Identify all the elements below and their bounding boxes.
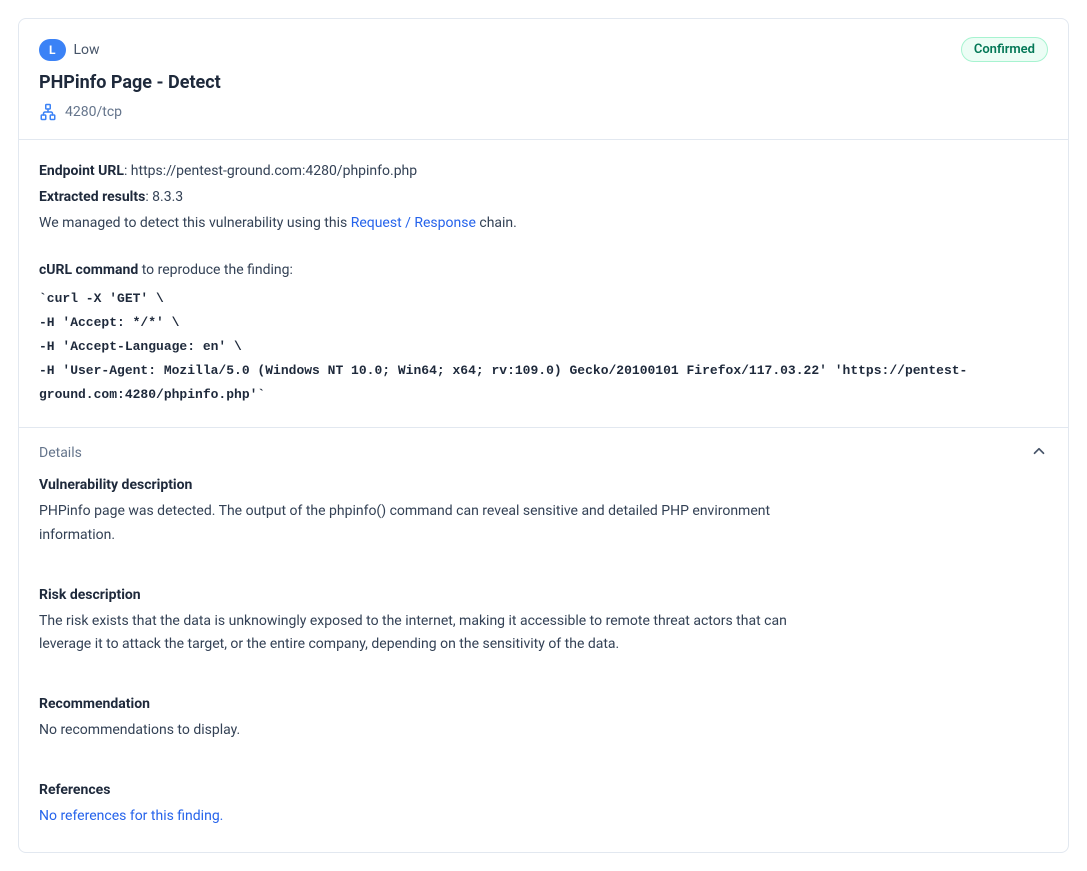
finding-header: L Low Confirmed PHPinfo Page - Detect 42… xyxy=(19,19,1068,140)
vuln-description-block: Vulnerability description PHPinfo page w… xyxy=(39,474,1048,547)
references-block: References No references for this findin… xyxy=(39,779,1048,829)
endpoint-url-line: Endpoint URL: https://pentest-ground.com… xyxy=(39,160,1048,184)
confirmed-badge: Confirmed xyxy=(961,37,1048,62)
header-top-row: L Low Confirmed xyxy=(39,37,1048,62)
vuln-description-title: Vulnerability description xyxy=(39,474,1048,498)
curl-intro-suffix: to reproduce the finding: xyxy=(138,262,293,278)
severity-label: Low xyxy=(74,42,100,58)
severity-row: L Low xyxy=(39,39,100,61)
details-body: Vulnerability description PHPinfo page w… xyxy=(19,468,1068,852)
network-port-icon xyxy=(39,103,57,121)
risk-description-title: Risk description xyxy=(39,584,1048,608)
details-label: Details xyxy=(39,445,82,461)
curl-command-label: cURL command xyxy=(39,262,138,278)
extracted-results-label: Extracted results xyxy=(39,189,145,205)
vuln-description-text: PHPinfo page was detected. The output of… xyxy=(39,500,799,548)
details-toggle[interactable]: Details xyxy=(19,428,1068,468)
references-title: References xyxy=(39,779,1048,803)
risk-description-text: The risk exists that the data is unknowi… xyxy=(39,610,799,658)
references-link[interactable]: No references for this finding. xyxy=(39,808,223,824)
recommendation-block: Recommendation No recommendations to dis… xyxy=(39,693,1048,743)
severity-badge: L xyxy=(39,39,66,61)
evidence-section: Endpoint URL: https://pentest-ground.com… xyxy=(19,140,1068,428)
detection-line: We managed to detect this vulnerability … xyxy=(39,212,1048,236)
finding-title: PHPinfo Page - Detect xyxy=(39,72,1048,93)
detection-suffix: chain. xyxy=(476,215,517,231)
request-response-link[interactable]: Request / Response xyxy=(351,215,476,231)
recommendation-title: Recommendation xyxy=(39,693,1048,717)
port-value: 4280/tcp xyxy=(65,104,122,120)
curl-intro-line: cURL command to reproduce the finding: xyxy=(39,259,1048,283)
endpoint-url-value: : https://pentest-ground.com:4280/phpinf… xyxy=(124,163,417,179)
endpoint-url-label: Endpoint URL xyxy=(39,163,124,179)
recommendation-text: No recommendations to display. xyxy=(39,719,799,743)
detection-prefix: We managed to detect this vulnerability … xyxy=(39,215,351,231)
finding-card: L Low Confirmed PHPinfo Page - Detect 42… xyxy=(18,18,1069,853)
risk-description-block: Risk description The risk exists that th… xyxy=(39,584,1048,657)
extracted-results-line: Extracted results: 8.3.3 xyxy=(39,186,1048,210)
port-row: 4280/tcp xyxy=(39,103,1048,121)
curl-command-block: `curl -X 'GET' \ -H 'Accept: */*' \ -H '… xyxy=(39,287,1048,407)
extracted-results-value: : 8.3.3 xyxy=(145,189,183,205)
chevron-up-icon xyxy=(1030,442,1048,464)
